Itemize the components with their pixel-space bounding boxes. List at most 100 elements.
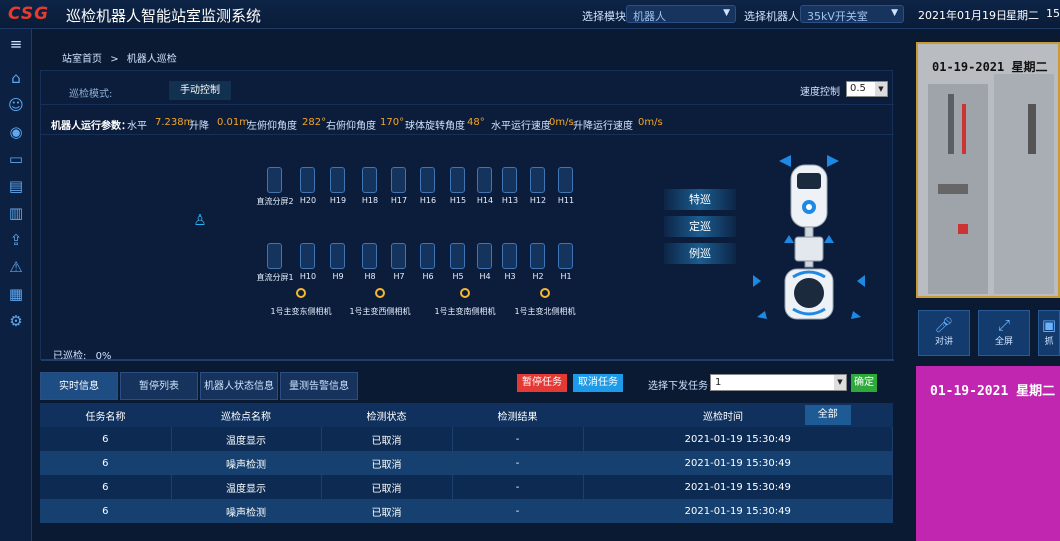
table-row[interactable]: 6 温度显示 已取消 -2021-01-19 15:30:49 <box>40 475 893 499</box>
fullscreen-icon: ⤢ <box>997 316 1010 334</box>
param-value: 7.238m <box>155 117 194 128</box>
camera-sensor-icon[interactable] <box>460 288 470 298</box>
param-label: 右俯仰角度 <box>326 121 376 132</box>
col-result: 检测结果 <box>452 403 583 427</box>
bottom-row-cabinet[interactable] <box>530 243 545 269</box>
upload-icon[interactable]: ⇪ <box>7 231 25 249</box>
task-select[interactable]: 1 ▼ <box>710 374 847 391</box>
col-all: 全部 <box>763 403 893 427</box>
param-value: 0m/s <box>549 117 574 128</box>
tab-alarm-info[interactable]: 量测告警信息 <box>280 372 358 400</box>
tab-realtime[interactable]: 实时信息 <box>40 372 118 400</box>
robot-select-value: 35kV开关室 <box>807 10 868 23</box>
arrow-left-icon[interactable] <box>779 155 791 167</box>
table-cell: - <box>452 427 584 451</box>
cabinet-label: H1 <box>560 272 572 281</box>
app-title: 巡检机器人智能站室监测系统 <box>66 7 262 25</box>
pause-task-button[interactable]: 暂停任务 <box>517 374 567 392</box>
logo: CSG <box>8 4 50 24</box>
table-cell: - <box>452 499 584 523</box>
cancel-task-button[interactable]: 取消任务 <box>573 374 623 392</box>
bottom-row-cabinet[interactable] <box>391 243 406 269</box>
document-icon[interactable]: ▤ <box>7 177 25 195</box>
bottom-row-cabinet[interactable] <box>330 243 345 269</box>
chevron-down-icon: ▼ <box>875 82 887 96</box>
module-label: 选择模块 <box>582 10 626 23</box>
top-row-cabinet[interactable] <box>300 167 315 193</box>
sensor-label: 1号主变东侧相机 <box>270 307 332 316</box>
table-cell: - <box>452 475 584 499</box>
breadcrumb: 站室首页 > 机器人巡检 <box>62 50 177 65</box>
capture-label: 抓 <box>1044 337 1054 347</box>
param-value: 282° <box>302 117 327 128</box>
control-bar: 巡检模式: 手动控制 速度控制 0.5 ▼ <box>41 71 894 105</box>
arrow-right-icon[interactable] <box>827 155 839 167</box>
bottom-row-cabinet[interactable] <box>420 243 435 269</box>
bottom-row-cabinet[interactable] <box>362 243 377 269</box>
camera-sensor-icon[interactable] <box>375 288 385 298</box>
progress-track <box>41 359 894 361</box>
robot-icon[interactable]: ☺ <box>7 96 25 114</box>
module-select[interactable]: 机器人 ▼ <box>626 5 736 23</box>
top-row-cabinet[interactable] <box>391 167 406 193</box>
table-row[interactable]: 6 温度显示 已取消 -2021-01-19 15:30:49 <box>40 427 893 451</box>
grid-icon[interactable]: ▦ <box>7 285 25 303</box>
camera-feed[interactable]: 01-19-2021 星期二 <box>916 42 1060 298</box>
top-row-cabinet[interactable] <box>450 167 465 193</box>
camera-sensor-icon[interactable] <box>296 288 306 298</box>
tab-pause-list[interactable]: 暂停列表 <box>120 372 198 400</box>
bottom-row-cabinet[interactable] <box>267 243 282 269</box>
table-cell: 已取消 <box>321 427 453 451</box>
monitor-icon[interactable]: ▭ <box>7 150 25 168</box>
module-select-value: 机器人 <box>633 10 666 23</box>
speed-select[interactable]: 0.5 ▼ <box>846 81 888 97</box>
task-select-label: 选择下发任务 <box>648 381 708 392</box>
fullscreen-button[interactable]: ⤢ 全屏 <box>978 310 1030 356</box>
top-row-cabinet[interactable] <box>558 167 573 193</box>
camera-icon: ▣ <box>1041 316 1057 334</box>
table-cell: 温度显示 <box>171 475 322 499</box>
mode-manual-button[interactable]: 手动控制 <box>169 81 231 100</box>
bottom-row-cabinet[interactable] <box>477 243 492 269</box>
tab-robot-status[interactable]: 机器人状态信息 <box>200 372 278 400</box>
all-button[interactable]: 全部 <box>804 405 851 425</box>
robot-illustration <box>753 155 865 320</box>
camera-icon[interactable]: ◉ <box>7 123 25 141</box>
home-icon[interactable]: ⌂ <box>7 69 25 87</box>
menu-icon[interactable]: ≡ <box>7 35 25 53</box>
fullscreen-label: 全屏 <box>994 337 1013 347</box>
capture-button[interactable]: ▣ 抓 <box>1038 310 1060 356</box>
top-row-cabinet[interactable] <box>267 167 282 193</box>
robot-select[interactable]: 35kV开关室 ▼ <box>800 5 904 23</box>
table-row[interactable]: 6 噪声检测 已取消 -2021-01-19 15:30:49 <box>40 499 893 523</box>
camera-feed-2[interactable]: 01-19-2021 星期二 <box>916 366 1060 541</box>
top-row-cabinet[interactable] <box>502 167 517 193</box>
mic-icon: 🎤︎ <box>934 316 954 334</box>
params-title: 机器人运行参数： <box>51 121 131 132</box>
bar-chart-icon[interactable]: ▥ <box>7 204 25 222</box>
bottom-row-cabinet[interactable] <box>300 243 315 269</box>
top-row-cabinet[interactable] <box>477 167 492 193</box>
alarm-icon[interactable]: ⚠ <box>7 258 25 276</box>
bottom-row-cabinet[interactable] <box>558 243 573 269</box>
top-row-cabinet[interactable] <box>420 167 435 193</box>
bottom-row-cabinet[interactable] <box>450 243 465 269</box>
breadcrumb-home[interactable]: 站室首页 <box>62 54 102 65</box>
table-cell: 6 <box>40 427 172 451</box>
intercom-button[interactable]: 🎤︎ 对讲 <box>918 310 970 356</box>
table-cell: 温度显示 <box>171 427 322 451</box>
top-row-cabinet[interactable] <box>530 167 545 193</box>
param-label: 升降运行速度 <box>573 121 633 132</box>
camera-sensor-icon[interactable] <box>540 288 550 298</box>
camera2-timestamp: 01-19-2021 星期二 <box>930 384 1056 399</box>
bottom-row-cabinet[interactable] <box>502 243 517 269</box>
table-cell: 2021-01-19 15:30:49 <box>583 427 893 451</box>
confirm-button[interactable]: 确定 <box>851 374 877 392</box>
table-body: 6 温度显示 已取消 -2021-01-19 15:30:49 6 噪声检测 已取消 -202… <box>40 427 893 523</box>
table-cell: 6 <box>40 499 172 523</box>
settings-icon[interactable]: ⚙ <box>7 312 25 330</box>
time-text: 15 <box>1046 7 1060 20</box>
top-row-cabinet[interactable] <box>362 167 377 193</box>
table-row[interactable]: 6 噪声检测 已取消 -2021-01-19 15:30:49 <box>40 451 893 475</box>
top-row-cabinet[interactable] <box>330 167 345 193</box>
